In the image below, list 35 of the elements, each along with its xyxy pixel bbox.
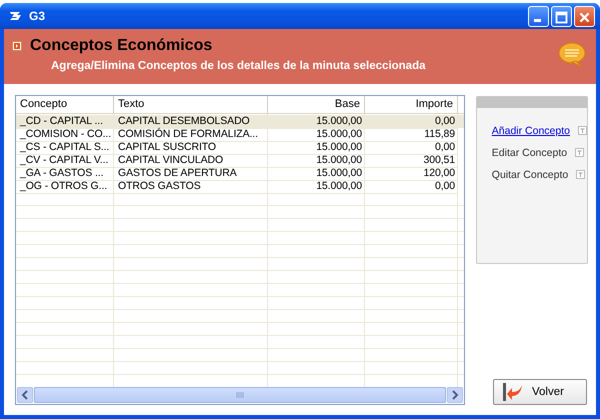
table-row[interactable]: _CD - CAPITAL ... CAPITAL DESEMBOLSADO 15.000,00 0,00 [16, 115, 464, 128]
scroll-right-button[interactable] [446, 387, 463, 403]
table-cell: 0,00 [365, 180, 458, 194]
table-row[interactable]: _OG - OTROS G... OTROS GASTOS 15.000,00 0,00 [16, 180, 464, 193]
header-subtitle: Agrega/Elimina Conceptos de los detalles de la minuta seleccionada [51, 60, 427, 72]
app-logo-icon [9, 10, 23, 22]
table-cell: _OG - OTROS G... [16, 180, 114, 194]
arrow-bullet-icon [12, 41, 22, 51]
back-button[interactable]: Volver [493, 379, 587, 405]
tooltip-icon[interactable] [575, 148, 584, 157]
speech-bubble-icon [558, 42, 586, 68]
table-row[interactable]: _COMISION - CO... COMISIÓN DE FORMALIZA... 15.000,00 115,89 [16, 128, 464, 141]
window-title: G3 [29, 9, 46, 23]
table-row[interactable]: _CV - CAPITAL V... CAPITAL VINCULADO 15.000,00 300,51 [16, 154, 464, 167]
action-link[interactable]: Editar Concepto [492, 146, 568, 158]
table-cell: OTROS GASTOS [114, 180, 268, 194]
add-concept-link[interactable]: Añadir Concepto [492, 124, 570, 136]
grip-icon [236, 392, 244, 398]
column-header[interactable]: Importe [365, 96, 458, 113]
column-header[interactable]: Concepto [16, 96, 114, 113]
close-button[interactable] [574, 6, 595, 26]
action-link[interactable]: Quitar Concepto [492, 168, 568, 180]
table-row[interactable]: _CS - CAPITAL S... CAPITAL SUSCRITO 15.000,00 0,00 [16, 141, 464, 154]
tooltip-icon[interactable] [578, 126, 587, 135]
maximize-button[interactable] [551, 6, 572, 26]
back-arrow-icon [502, 382, 524, 402]
column-header[interactable]: Base [268, 96, 365, 113]
tooltip-icon[interactable] [576, 170, 586, 179]
minimize-icon [534, 18, 541, 22]
scroll-left-button[interactable] [17, 387, 33, 403]
table-row[interactable]: _GA - GASTOS ... GASTOS DE APERTURA 15.000,00 120,00 [16, 167, 464, 180]
header-title: Conceptos Económicos [30, 37, 212, 55]
table-cell: 15.000,00 [268, 180, 365, 194]
minimize-button[interactable] [528, 6, 549, 26]
column-header[interactable]: Texto [114, 96, 268, 113]
